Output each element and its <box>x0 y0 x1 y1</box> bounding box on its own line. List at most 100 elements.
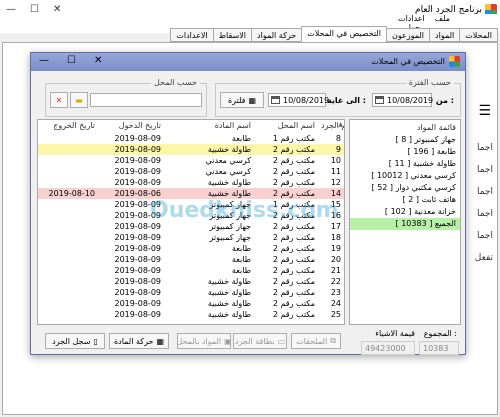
col-header-material[interactable]: اسم المادة <box>164 120 254 133</box>
tab-settings[interactable]: الاعدادات <box>170 28 214 42</box>
value-label: قيمة الاشياء <box>375 329 415 338</box>
tab-dropping[interactable]: الاسقاط <box>212 28 253 42</box>
tab-allocation[interactable]: التخصيص في المحلات <box>301 26 387 42</box>
store-input[interactable] <box>90 93 202 107</box>
cell-in: 2019-08-09 <box>114 233 162 242</box>
list-item[interactable]: طابعة [ 196 ] <box>350 146 460 158</box>
table-row[interactable]: 11 مكتب رقم 2 كرسي معدني 2019-08-09 <box>38 166 344 177</box>
table-row[interactable]: 22 مكتب رقم 2 طاولة خشبية 2019-08-09 <box>38 276 344 287</box>
main-tabs: المحلات المواد الموزعون التخصيص في المحل… <box>170 26 498 42</box>
cell-in: 2019-08-09 <box>114 266 162 275</box>
cell-material: كرسي معدني <box>205 167 251 176</box>
cell-num: 25 <box>330 310 341 319</box>
list-item[interactable]: كرسي مكتبي دوار [ 52 ] <box>350 182 460 194</box>
list-item[interactable]: هاتف ثابت [ 2 ] <box>350 194 460 206</box>
list-item-selected[interactable]: الجميع [ 10383 ] <box>350 218 460 230</box>
tab-stores[interactable]: المحلات <box>459 28 498 42</box>
period-group: حسب الفترة من : 10/08/2019 الى غاية : 10… <box>215 78 461 117</box>
table-row[interactable]: 10 مكتب رقم 2 كرسي معدني 2019-08-09 <box>38 155 344 166</box>
total-value: 10383 <box>419 341 459 355</box>
cell-material: كرسي معدني <box>205 156 251 165</box>
attachments-button-label: الملحقات <box>296 336 328 346</box>
list-item[interactable]: جهاز كمبيوتر [ 8 ] <box>350 134 460 146</box>
cell-store: مكتب رقم 2 <box>272 310 315 319</box>
tab-materials[interactable]: المواد <box>429 28 461 42</box>
watermark: Ouedkniss.com <box>150 198 339 223</box>
minimize-icon[interactable]: — <box>39 55 49 66</box>
cell-material: جهاز كمبيوتر <box>209 233 251 242</box>
cell-material: طاولة خشبية <box>207 178 251 187</box>
materials-list: قائمة المواد جهاز كمبيوتر [ 8 ] طابعة [ … <box>349 119 461 325</box>
list-item[interactable]: خزانة معدنية [ 102 ] <box>350 206 460 218</box>
table-row[interactable]: 21 مكتب رقم 2 طابعة 2019-08-09 <box>38 265 344 276</box>
cell-out <box>40 309 98 320</box>
cell-material: طاولة خشبية <box>207 310 251 319</box>
clear-store-button[interactable]: ✕ <box>50 92 68 108</box>
inventory-record-button[interactable]: سجل الجرد ▯ <box>45 333 105 349</box>
cell-store: مكتب رقم 1 <box>272 134 315 143</box>
store-materials-button-label: المواد بالمحل <box>176 336 222 346</box>
cell-out <box>40 199 98 210</box>
cell-store: مكتب رقم 2 <box>272 145 315 154</box>
cell-store: مكتب رقم 2 <box>272 178 315 187</box>
cell-out <box>40 133 98 144</box>
cell-num: 9 <box>335 145 341 154</box>
tab-suppliers[interactable]: الموزعون <box>385 28 431 42</box>
cell-material: طاولة خشبية <box>207 145 251 154</box>
table-row[interactable]: 9 مكتب رقم 2 طاولة خشبية 2019-08-09 <box>38 144 344 155</box>
list-item[interactable]: طاولة خشبية [ 11 ] <box>350 158 460 170</box>
browse-store-button[interactable]: ▬ <box>70 92 88 108</box>
table-row[interactable]: 24 مكتب رقم 2 طاولة خشبية 2019-08-09 <box>38 298 344 309</box>
list-item[interactable]: كرسي معدني [ 10012 ] <box>350 170 460 182</box>
to-date-picker[interactable]: 10/08/2019 <box>268 93 330 107</box>
col-header-in[interactable]: تاريخ الدخول <box>98 120 164 133</box>
cell-in: 2019-08-09 <box>114 277 162 286</box>
col-header-out[interactable]: تاريخ الخروج <box>40 120 98 133</box>
document-icon: ▯ <box>93 336 98 346</box>
maximize-icon[interactable]: ☐ <box>67 55 76 66</box>
cell-out <box>40 265 98 276</box>
scroll-up-icon[interactable]: ▲ <box>338 121 343 128</box>
dialog-titlebar: — ☐ ✕ التخصيص في المحلات <box>31 53 465 71</box>
cell-in: 2019-08-09 <box>114 134 162 143</box>
table-row[interactable]: 23 مكتب رقم 2 طاولة خشبية 2019-08-09 <box>38 287 344 298</box>
col-header-store[interactable]: اسم المحل <box>254 120 318 133</box>
cell-in: 2019-08-09 <box>114 178 162 187</box>
inventory-card-button-label: بطاقة الجرد <box>234 336 275 346</box>
cell-num: 12 <box>330 178 341 187</box>
cell-material: طابعة <box>231 255 251 264</box>
cell-out <box>40 254 98 265</box>
cell-store: مكتب رقم 2 <box>272 255 315 264</box>
dialog-app-icon <box>449 56 460 67</box>
cell-out <box>40 155 98 166</box>
grid-header: رقم الجرد اسم المحل اسم المادة تاريخ الد… <box>38 120 344 133</box>
filter-button-label: فلترة <box>227 95 246 105</box>
table-row[interactable]: 19 مكتب رقم 2 طابعة 2019-08-09 <box>38 243 344 254</box>
attachments-button[interactable]: الملحقات ⧉ <box>291 333 341 349</box>
tab-movement[interactable]: حركة المواد <box>251 28 303 42</box>
table-row[interactable]: 20 مكتب رقم 2 طابعة 2019-08-09 <box>38 254 344 265</box>
cell-material: طاولة خشبية <box>207 299 251 308</box>
cell-num: 8 <box>335 134 341 143</box>
close-icon[interactable]: ✕ <box>94 55 102 66</box>
cell-out <box>40 232 98 243</box>
table-row[interactable]: 8 مكتب رقم 1 طابعة 2019-08-09 <box>38 133 344 144</box>
from-date-picker[interactable]: 10/08/2019 <box>372 93 433 107</box>
table-row[interactable]: 25 مكتب رقم 2 طاولة خشبية 2019-08-09 <box>38 309 344 320</box>
list-icon: ☰ <box>478 103 491 119</box>
cell-in: 2019-08-09 <box>114 299 162 308</box>
cell-out <box>40 287 98 298</box>
filter-button[interactable]: فلترة ▦ <box>220 92 264 108</box>
store-materials-button[interactable]: المواد بالمحل ▣ <box>176 333 232 349</box>
cell-out <box>40 221 98 232</box>
material-movement-button[interactable]: حركة المادة ▦ <box>109 333 169 349</box>
table-row[interactable]: 18 مكتب رقم 2 جهاز كمبيوتر 2019-08-09 <box>38 232 344 243</box>
inventory-card-button[interactable]: بطاقة الجرد ▭ <box>233 333 287 349</box>
table-row[interactable]: 12 مكتب رقم 2 طاولة خشبية 2019-08-09 <box>38 177 344 188</box>
folder-icon: ▬ <box>75 95 83 105</box>
box-icon: ▣ <box>224 336 232 346</box>
cell-out: 2019-08-10 <box>48 189 96 198</box>
cell-in: 2019-08-09 <box>114 244 162 253</box>
to-date-value: 10/08/2019 <box>283 96 330 105</box>
calendar-icon: ▦ <box>248 95 257 105</box>
